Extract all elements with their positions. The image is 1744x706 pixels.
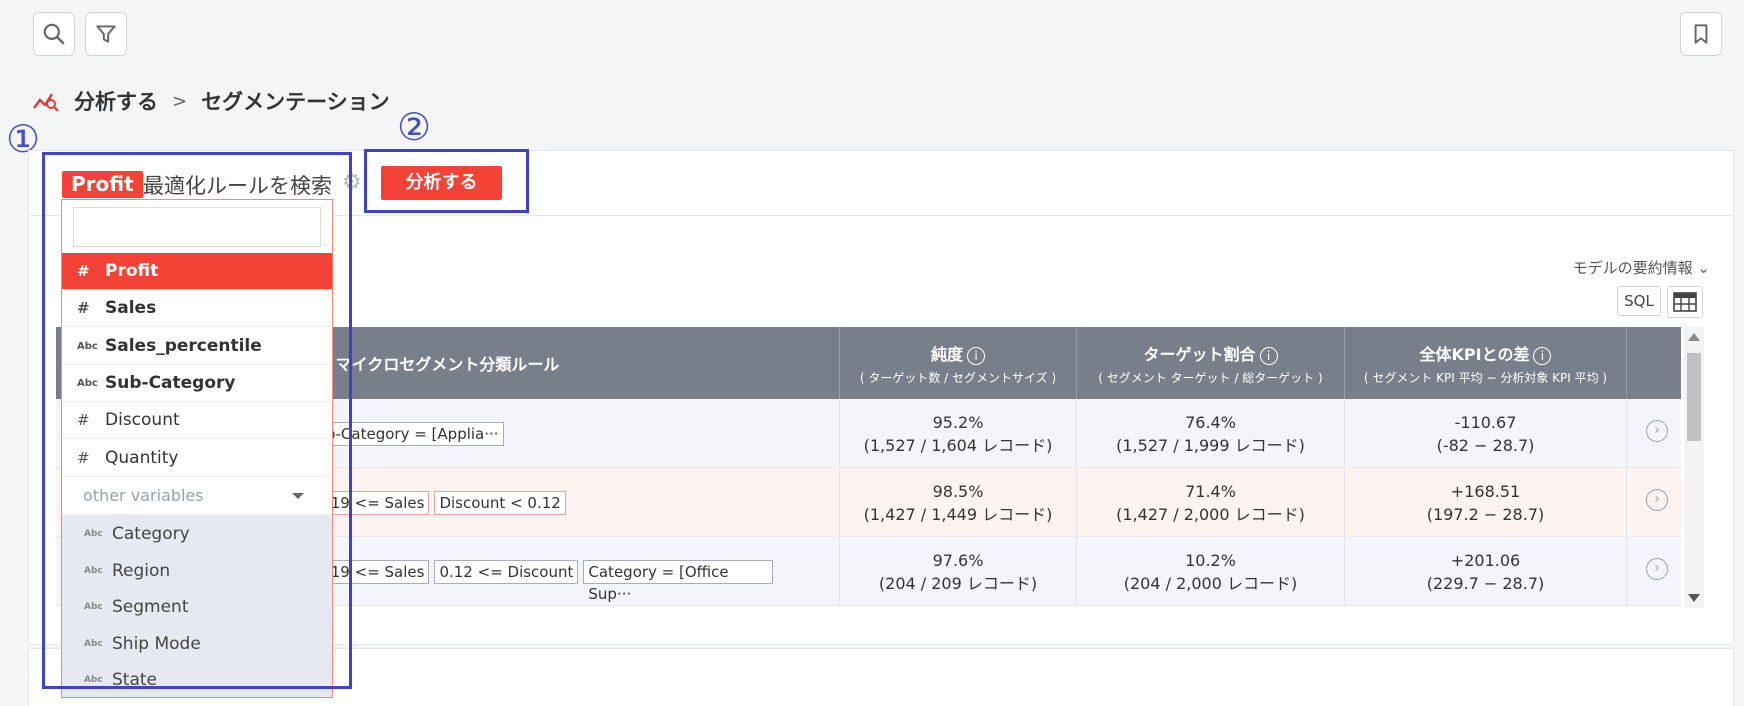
analysis-icon: [33, 93, 59, 112]
annotation-marker-2: ②: [397, 105, 432, 149]
rule-cell: .19 <= Sales Discount < 0.12: [321, 468, 566, 537]
table-icon: [1673, 292, 1697, 312]
filter-icon: [96, 25, 116, 43]
bookmark-button[interactable]: [1680, 12, 1722, 56]
kpi-cell: -110.67 (-82 − 28.7): [1344, 399, 1626, 468]
header-actions: [1626, 327, 1681, 399]
info-icon[interactable]: i: [1259, 346, 1278, 365]
chevron-right-icon[interactable]: ›: [1646, 489, 1668, 511]
info-icon[interactable]: i: [967, 346, 985, 365]
kpi-cell: +168.51 (197.2 − 28.7): [1344, 468, 1626, 537]
rule-chip: Category = [Office Sup···: [583, 559, 774, 603]
scroll-thumb[interactable]: [1687, 353, 1701, 441]
header-kpi-diff: 全体KPIとの差 i ( セグメント KPI 平均 − 分析対象 KPI 平均 ): [1344, 327, 1626, 399]
chevron-right-icon[interactable]: ›: [1646, 558, 1668, 580]
purity-cell: 95.2% (1,527 / 1,604 レコード): [839, 399, 1076, 468]
breadcrumb-page: セグメンテーション: [201, 90, 390, 114]
breadcrumb: 分析する > セグメンテーション: [32, 86, 390, 116]
annotation-box-1: [42, 152, 352, 689]
chevron-right-icon[interactable]: ›: [1646, 420, 1668, 442]
target-cell: 76.4% (1,527 / 1,999 レコード): [1076, 399, 1344, 468]
breadcrumb-section[interactable]: 分析する: [74, 86, 158, 116]
header-purity: 純度 i ( ターゲット数 / セグメントサイズ ): [839, 327, 1076, 399]
model-summary-link[interactable]: モデルの要約情報 ⌄: [1573, 257, 1710, 278]
target-cell: 10.2% (204 / 2,000 レコード): [1076, 537, 1344, 606]
sql-button[interactable]: SQL: [1617, 286, 1661, 316]
rule-chip: 0.12 <= Discount: [434, 559, 579, 584]
target-cell: 71.4% (1,427 / 2,000 レコード): [1076, 468, 1344, 537]
rule-chip: Discount < 0.12: [434, 490, 566, 515]
search-button[interactable]: [33, 12, 75, 56]
breadcrumb-separator: >: [172, 90, 188, 112]
scroll-up-icon[interactable]: [1688, 333, 1700, 341]
table-scrollbar[interactable]: [1684, 327, 1704, 608]
rule-cell: .19 <= Sales 0.12 <= Discount Category =…: [321, 537, 774, 606]
table-view-button[interactable]: [1667, 286, 1703, 318]
header-target-ratio: ターゲット割合 i ( セグメント ターゲット / 総ターゲット ): [1076, 327, 1344, 399]
kpi-cell: +201.06 (229.7 − 28.7): [1344, 537, 1626, 606]
purity-cell: 97.6% (204 / 209 レコード): [839, 537, 1076, 606]
bookmark-icon: [1694, 24, 1708, 44]
purity-cell: 98.5% (1,427 / 1,449 レコード): [839, 468, 1076, 537]
info-icon[interactable]: i: [1533, 346, 1552, 365]
scroll-down-icon[interactable]: [1688, 594, 1700, 602]
annotation-box-2: [364, 149, 529, 213]
search-icon: [43, 23, 65, 45]
filter-button[interactable]: [85, 12, 127, 56]
